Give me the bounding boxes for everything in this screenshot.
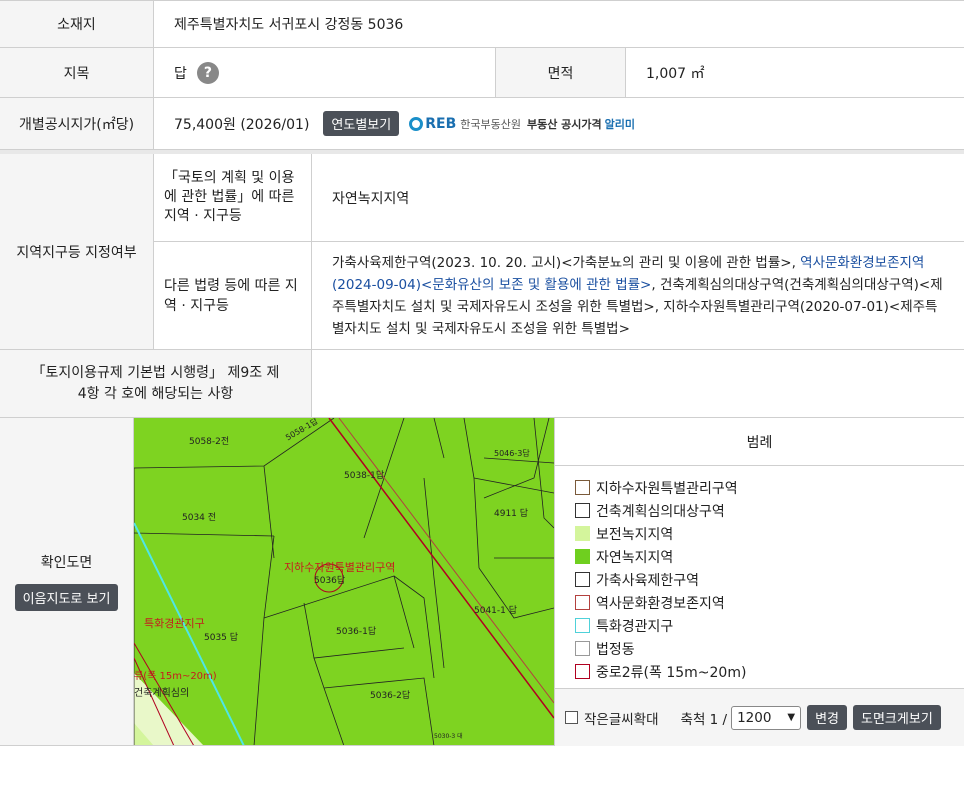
reb-logo-link[interactable]: REB 한국부동산원 부동산 공시가격 알리미: [409, 116, 635, 132]
map-label: 확인도면: [40, 555, 93, 571]
parcel-5058-2: 5058-2전: [189, 437, 230, 447]
legend-list: 지하수자원특별관리구역건축계획심의대상구역보전녹지지역자연녹지지역가축사육제한구…: [555, 466, 964, 683]
reb-logo-icon: [409, 116, 424, 131]
parcel-5036-2: 5036-2답: [370, 691, 411, 701]
official-price-value: 75,400원 (2026/01): [174, 116, 310, 133]
legend-item: 특화경관지구: [575, 614, 964, 637]
legend-swatch: [575, 503, 590, 518]
legend-swatch: [575, 641, 590, 656]
legend-label: 보전녹지지역: [596, 526, 674, 543]
legend-item: 역사문화환경보존지역: [575, 591, 964, 614]
overlay-landscape: 특화경관지구: [144, 617, 205, 630]
zoning-row1-header: 「국토의 계획 및 이용에 관한 법률」에 따른 지역 · 지구등: [154, 154, 312, 242]
legend-item: 법정동: [575, 637, 964, 660]
legend-label: 역사문화환경보존지역: [596, 595, 725, 612]
parcel-5034: 5034 전: [182, 513, 217, 523]
scale-label: 축척 1 /: [680, 711, 728, 728]
legend-swatch: [575, 572, 590, 587]
large-map-button[interactable]: 도면크게보기: [853, 705, 941, 730]
map-view[interactable]: 5058-2전 5058-1답 5038-1답 5046-3답 4911 답 5…: [134, 418, 554, 746]
land-category-label: 지목: [0, 48, 154, 98]
legend-item: 자연녹지지역: [575, 545, 964, 568]
location-value: 제주특별자치도 서귀포시 강정동 5036: [154, 0, 964, 48]
overlay-road: 류(폭 15m~20m): [134, 671, 217, 682]
regulation-label: 「토지이용규제 기본법 시행령」 제9조 제4항 각 호에 해당되는 사항: [0, 350, 312, 418]
regulation-value: [312, 350, 964, 418]
map-label-cell: 확인도면 이음지도로 보기: [0, 418, 134, 746]
zoning-row2-header: 다른 법령 등에 따른 지역 · 지구등: [154, 242, 312, 350]
parcel-5041-1: 5041-1 답: [474, 606, 518, 616]
legend-item: 보전녹지지역: [575, 522, 964, 545]
small-text-label: 작은글씨확대: [584, 711, 659, 728]
zoning-row1-value: 자연녹지지역: [312, 154, 964, 242]
parcel-4911: 4911 답: [494, 509, 529, 519]
parcel-5046-3: 5046-3답: [494, 449, 530, 458]
legend-swatch: [575, 664, 590, 679]
area-label: 면적: [496, 48, 626, 98]
area-value: 1,007 ㎡: [626, 48, 964, 98]
legend-title: 범례: [555, 418, 964, 466]
legend-panel: 범례 지하수자원특별관리구역건축계획심의대상구역보전녹지지역자연녹지지역가축사육…: [554, 418, 964, 746]
legend-label: 지하수자원특별관리구역: [596, 480, 738, 497]
location-label: 소재지: [0, 0, 154, 48]
legend-swatch: [575, 549, 590, 564]
legend-swatch: [575, 595, 590, 610]
overlay-groundwater: 지하수자원특별관리구역: [284, 561, 396, 574]
legend-label: 건축계획심의대상구역: [596, 503, 725, 520]
parcel-5030-3: 5030-3 대: [434, 733, 463, 740]
legend-swatch: [575, 526, 590, 541]
official-price-label: 개별공시지가(㎡당): [0, 98, 154, 150]
parcel-5038-1: 5038-1답: [344, 471, 385, 481]
legend-label: 법정동: [596, 641, 635, 658]
yearly-view-button[interactable]: 연도별보기: [323, 111, 400, 136]
legend-label: 자연녹지지역: [596, 549, 674, 566]
zoning-label: 지역지구등 지정여부: [0, 154, 154, 350]
help-icon[interactable]: ?: [196, 61, 219, 84]
scale-select[interactable]: 1200 ▼: [731, 705, 802, 730]
parcel-5035: 5035 답: [204, 633, 239, 643]
zoning-row2-value: 가축사육제한구역(2023. 10. 20. 고시)<가축분뇨의 관리 및 이용…: [312, 242, 964, 350]
legend-label: 가축사육제한구역: [596, 572, 700, 589]
small-text-checkbox[interactable]: [565, 711, 578, 724]
official-price-row: 75,400원 (2026/01) 연도별보기 REB 한국부동산원 부동산 공…: [154, 98, 964, 150]
parcel-5036-1: 5036-1답: [336, 627, 377, 637]
legend-item: 가축사육제한구역: [575, 568, 964, 591]
eum-map-button[interactable]: 이음지도로 보기: [14, 584, 119, 611]
change-scale-button[interactable]: 변경: [807, 705, 848, 730]
legend-label: 특화경관지구: [596, 618, 674, 635]
land-category-value: 답 ?: [154, 48, 496, 98]
legend-swatch: [575, 480, 590, 495]
map-controls: 작은글씨확대 축척 1 / 1200 ▼ 변경 도면크게보기: [555, 688, 964, 746]
legend-label: 중로2류(폭 15m~20m): [596, 664, 747, 681]
legend-item: 건축계획심의대상구역: [575, 499, 964, 522]
overlay-building: 건축계획심의: [134, 688, 190, 699]
legend-swatch: [575, 618, 590, 633]
chevron-down-icon: ▼: [787, 712, 796, 723]
legend-item: 중로2류(폭 15m~20m): [575, 660, 964, 683]
legend-item: 지하수자원특별관리구역: [575, 476, 964, 499]
